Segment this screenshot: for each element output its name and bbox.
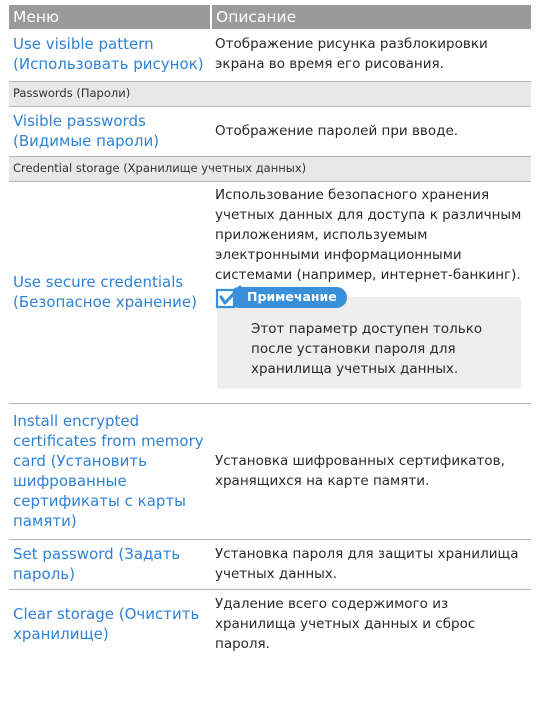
note-label: Примечание — [229, 287, 347, 308]
description-text: Использование безопасного хранения учетн… — [215, 186, 522, 283]
description-cell: Установка шифрованных сертификатов, хран… — [211, 403, 531, 540]
menu-item-install-encrypted-certificates: Install encrypted certificates from memo… — [9, 403, 211, 540]
note-check-icon — [215, 285, 243, 311]
table-row: Clear storage (Очистить хранилище) Удале… — [9, 589, 531, 659]
description-cell: Установка пароля для защиты хранилища уч… — [211, 539, 531, 590]
table-row: Set password (Задать пароль) Установка п… — [9, 539, 531, 590]
menu-item-use-visible-pattern: Use visible pattern (Использовать рисуно… — [9, 29, 211, 82]
menu-item-clear-storage: Clear storage (Очистить хранилище) — [13, 604, 200, 643]
menu-item-use-secure-credentials: Use secure credentials (Безопасное хране… — [9, 181, 211, 404]
settings-table: Меню Описание Use visible pattern (Испол… — [9, 5, 531, 659]
description-cell: Удаление всего содержимого из хранилища … — [215, 595, 476, 652]
note-text: Этот параметр доступен только после уста… — [251, 320, 483, 377]
section-passwords: Passwords (Пароли) — [9, 81, 531, 107]
table-header-row: Меню Описание — [9, 5, 531, 29]
menu-item-set-password: Set password (Задать пароль) — [9, 539, 211, 590]
table-row: Visible passwords (Видимые пароли) Отобр… — [9, 106, 531, 157]
menu-item-visible-passwords: Visible passwords (Видимые пароли) — [9, 106, 211, 157]
description-cell: Отображение рисунка разблокировки экрана… — [211, 29, 531, 82]
description-cell: Отображение паролей при вводе. — [211, 106, 531, 157]
header-description: Описание — [211, 5, 531, 29]
table-row: Use secure credentials (Безопасное хране… — [9, 181, 531, 404]
table-row: Use visible pattern (Использовать рисуно… — [9, 29, 531, 82]
note-box: Примечание Этот параметр доступен только… — [215, 285, 521, 389]
settings-table-container: Меню Описание Use visible pattern (Испол… — [9, 5, 531, 659]
header-menu: Меню — [9, 5, 212, 29]
note-header: Примечание — [215, 285, 347, 311]
table-row: Install encrypted certificates from memo… — [9, 403, 531, 540]
description-cell: Использование безопасного хранения учетн… — [211, 181, 531, 404]
section-row: Credential storage (Хранилище учетных да… — [9, 156, 531, 182]
section-row: Passwords (Пароли) — [9, 81, 531, 107]
section-credential-storage: Credential storage (Хранилище учетных да… — [9, 156, 531, 182]
